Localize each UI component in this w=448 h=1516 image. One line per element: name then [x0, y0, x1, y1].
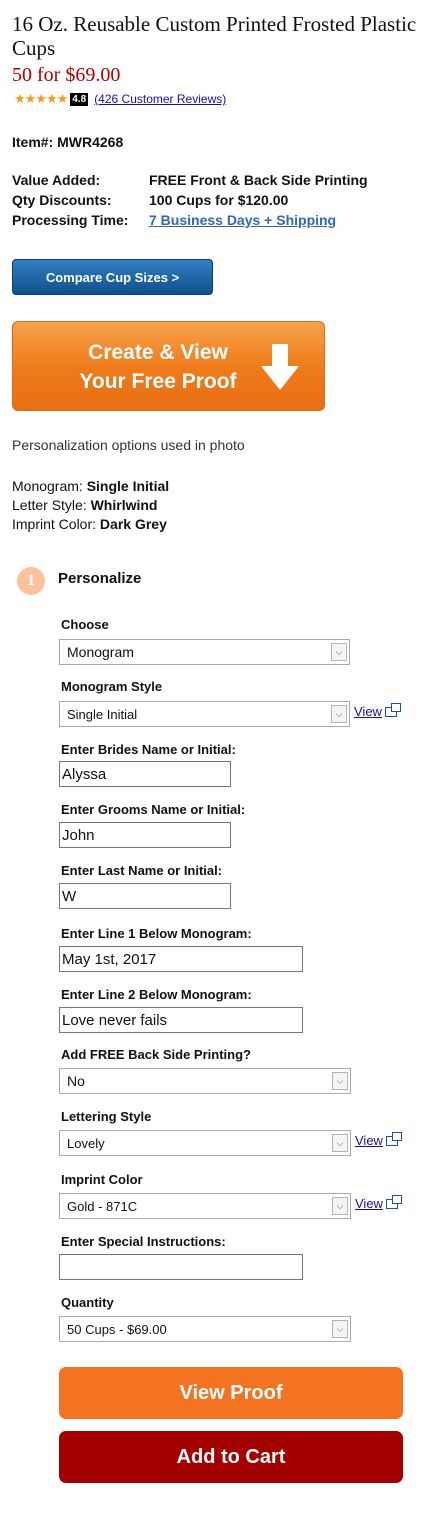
step-number-badge: 1 — [17, 567, 45, 595]
option-value: Dark Grey — [99, 516, 167, 532]
lettering-style-select[interactable]: Lovely ⌵ — [59, 1130, 351, 1156]
last-name-input[interactable]: W — [59, 883, 231, 909]
quantity-select-value: 50 Cups - $69.00 — [67, 1321, 167, 1337]
grooms-name-input[interactable]: John — [59, 822, 231, 848]
chevron-down-icon: ⌵ — [332, 1072, 348, 1090]
chevron-down-icon: ⌵ — [332, 1134, 348, 1152]
create-view-proof-button[interactable]: Create & View Your Free Proof — [12, 321, 325, 411]
compare-cup-sizes-button[interactable]: Compare Cup Sizes > — [12, 259, 213, 295]
imprint-color-label: Imprint Color — [61, 1172, 143, 1187]
imprint-color-value: Gold - 871C — [67, 1198, 138, 1214]
line1-label: Enter Line 1 Below Monogram: — [61, 926, 252, 941]
imprint-color-view-link[interactable]: View — [355, 1194, 402, 1211]
rating-row: ★★★★★ 4.8 (426 Customer Reviews) — [14, 91, 226, 106]
external-link-icon — [384, 702, 401, 717]
spec-label: Qty Discounts: — [12, 192, 112, 208]
monogram-style-view-link[interactable]: View — [354, 702, 401, 719]
monogram-style-label: Monogram Style — [61, 679, 163, 694]
quantity-label: Quantity — [61, 1295, 114, 1310]
choose-select[interactable]: Monogram ⌵ — [59, 639, 350, 665]
view-link-text: View — [355, 1133, 383, 1148]
option-label: Letter Style: — [12, 497, 87, 513]
spec-label: Value Added: — [12, 172, 101, 188]
option-label: Imprint Color: — [12, 516, 97, 532]
proof-line-2: Your Free Proof — [79, 370, 237, 393]
option-label: Monogram: — [12, 478, 83, 494]
chevron-down-icon: ⌵ — [332, 1320, 348, 1338]
item-number: Item#: MWR4268 — [12, 134, 124, 150]
view-proof-button[interactable]: View Proof — [59, 1367, 403, 1419]
proof-line-1: Create & View — [88, 341, 228, 364]
spec-value-added: Value Added: FREE Front & Back Side Print… — [12, 172, 368, 188]
personalization-note: Personalization options used in photo — [12, 437, 245, 453]
spec-processing-time: Processing Time: 7 Business Days + Shippi… — [12, 212, 336, 228]
last-name-label: Enter Last Name or Initial: — [61, 863, 223, 878]
chevron-down-icon: ⌵ — [331, 643, 347, 661]
photo-option-letter-style: Letter Style: Whirlwind — [12, 497, 157, 513]
special-instructions-label: Enter Special Instructions: — [61, 1234, 226, 1249]
view-link-text: View — [355, 1196, 383, 1211]
spec-qty-discounts: Qty Discounts: 100 Cups for $120.00 — [12, 192, 288, 208]
brides-name-input[interactable]: Alyssa — [59, 761, 231, 787]
line2-input[interactable]: Love never fails — [59, 1007, 303, 1033]
backside-select[interactable]: No ⌵ — [59, 1068, 351, 1094]
lettering-style-label: Lettering Style — [61, 1109, 152, 1124]
grooms-name-label: Enter Grooms Name or Initial: — [61, 802, 246, 817]
chevron-down-icon: ⌵ — [331, 705, 347, 723]
choose-label: Choose — [61, 617, 109, 632]
add-to-cart-button[interactable]: Add to Cart — [59, 1431, 403, 1483]
spec-value: FREE Front & Back Side Printing — [149, 172, 368, 188]
customer-reviews-link[interactable]: (426 Customer Reviews) — [94, 92, 226, 106]
lettering-style-view-link[interactable]: View — [355, 1131, 402, 1148]
backside-label: Add FREE Back Side Printing? — [61, 1047, 251, 1062]
processing-time-link[interactable]: 7 Business Days + Shipping — [149, 212, 336, 228]
monogram-style-value: Single Initial — [67, 706, 138, 722]
photo-option-monogram: Monogram: Single Initial — [12, 478, 169, 494]
imprint-color-select[interactable]: Gold - 871C ⌵ — [59, 1193, 351, 1219]
external-link-icon — [385, 1131, 402, 1146]
line2-label: Enter Line 2 Below Monogram: — [61, 987, 252, 1002]
photo-option-imprint-color: Imprint Color: Dark Grey — [12, 516, 167, 532]
choose-select-value: Monogram — [67, 644, 134, 660]
monogram-style-select[interactable]: Single Initial ⌵ — [59, 701, 350, 727]
lettering-style-value: Lovely — [67, 1135, 105, 1151]
spec-value: 100 Cups for $120.00 — [149, 192, 289, 208]
spec-label: Processing Time: — [12, 212, 129, 228]
down-arrow-icon — [261, 344, 299, 390]
backside-select-value: No — [67, 1073, 85, 1089]
product-price: 50 for $69.00 — [12, 64, 121, 86]
rating-stars-icon: ★★★★★ — [14, 91, 68, 106]
option-value: Whirlwind — [90, 497, 158, 513]
proof-button-text: Create & View Your Free Proof — [63, 338, 253, 396]
product-title: 16 Oz. Reusable Custom Printed Frosted P… — [12, 12, 417, 60]
step-title: Personalize — [58, 570, 142, 587]
line1-input[interactable]: May 1st, 2017 — [59, 946, 303, 972]
rating-value: 4.8 — [70, 92, 89, 106]
chevron-down-icon: ⌵ — [332, 1197, 348, 1215]
brides-name-label: Enter Brides Name or Initial: — [61, 742, 236, 757]
option-value: Single Initial — [86, 478, 170, 494]
view-link-text: View — [354, 704, 382, 719]
quantity-select[interactable]: 50 Cups - $69.00 ⌵ — [59, 1316, 351, 1342]
special-instructions-input[interactable] — [59, 1254, 303, 1280]
external-link-icon — [385, 1194, 402, 1209]
